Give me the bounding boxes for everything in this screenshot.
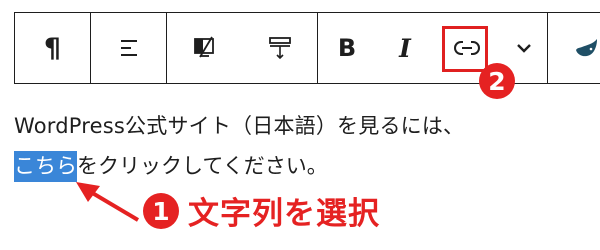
- toolbar-group-block: ¶: [15, 13, 91, 83]
- bold-button[interactable]: B: [318, 13, 376, 83]
- align-left-icon: [120, 40, 137, 56]
- plugin-button[interactable]: [548, 13, 600, 83]
- bold-icon: B: [337, 34, 357, 62]
- toolbar-group-layout: [167, 13, 318, 83]
- vertical-align-icon: [268, 37, 291, 60]
- toolbar-group-format: B I: [318, 13, 548, 83]
- step-1-label: 文字列を選択: [188, 196, 380, 232]
- link-button-highlight: [442, 26, 488, 72]
- chevron-down-icon: [516, 44, 531, 53]
- italic-icon: I: [399, 33, 411, 63]
- toolbar-group-align: [91, 13, 167, 83]
- align-button[interactable]: [91, 13, 166, 83]
- toolbar-group-plugin: [548, 13, 600, 83]
- paragraph-line-1[interactable]: WordPress公式サイト（日本語）を見るには、: [14, 111, 464, 141]
- paragraph-line-2-rest: をクリックしてください。: [77, 154, 328, 178]
- vertical-align-button[interactable]: [242, 13, 317, 83]
- leaf-icon: [575, 39, 597, 57]
- paragraph-icon: ¶: [43, 32, 62, 64]
- media-text-icon: [193, 36, 214, 58]
- step-1-badge: 1: [143, 193, 179, 229]
- paragraph-line-2[interactable]: こちらをクリックしてください。: [14, 151, 328, 182]
- selected-text[interactable]: こちら: [14, 151, 77, 182]
- media-text-button[interactable]: [167, 13, 242, 83]
- italic-button[interactable]: I: [376, 13, 434, 83]
- paragraph-block-button[interactable]: ¶: [15, 13, 90, 83]
- step-2-badge: 2: [479, 63, 515, 99]
- pointer-arrow-icon: [76, 182, 140, 222]
